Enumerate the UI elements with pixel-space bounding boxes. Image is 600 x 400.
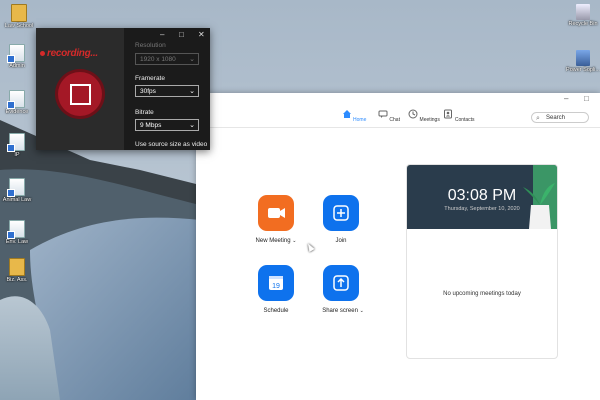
source-size-option[interactable]: Use source size as video [135,141,207,148]
bitrate-label: Bitrate [135,109,154,116]
folder-icon [9,258,25,276]
folder-icon [11,4,27,22]
video-camera-icon [268,208,285,218]
chevron-down-icon: ⌄ [189,56,195,63]
stop-recording-button[interactable] [58,72,102,116]
minimize-icon[interactable]: – [564,94,568,103]
recycle-bin-icon [576,4,590,20]
zoom-window: – □ Home Chat Meetings Contacts ⌕ Search [196,93,600,400]
minimize-icon[interactable]: – [160,30,164,39]
plus-icon [333,205,349,221]
document-icon [7,133,25,152]
tab-home[interactable]: Home [334,109,374,123]
upcoming-meetings-card: 03:08 PM Thursday, September 10, 2020 No… [406,164,558,359]
resolution-label: Resolution [135,42,166,49]
document-icon [7,178,25,197]
schedule-button[interactable]: 19 [258,265,294,301]
tab-meetings[interactable]: Meetings [404,109,444,123]
tab-contacts[interactable]: Contacts [439,109,479,123]
schedule-label: Schedule [263,308,289,314]
document-icon [7,44,25,63]
desktop-icon-env-law[interactable]: Env. Law [0,220,34,245]
document-icon [7,220,25,239]
new-meeting-label: New Meeting ⌄ [255,238,297,244]
desktop-icon-evidence[interactable]: Evidence [0,90,34,115]
home-icon [342,110,351,118]
svg-text:19: 19 [272,283,280,290]
contacts-icon [444,109,453,119]
stop-icon [70,84,91,105]
desktop-icon-biz-ass[interactable]: Biz. Ass. [0,258,34,283]
tab-chat[interactable]: Chat [369,109,409,123]
calendar-icon: 19 [269,276,283,290]
desktop-icon-ip[interactable]: IP [0,133,34,158]
document-icon [7,90,25,109]
new-meeting-button[interactable] [258,195,294,231]
join-label: Join [335,238,347,244]
search-icon: ⌕ [536,115,540,122]
no-meetings-text: No upcoming meetings today [443,291,521,297]
chevron-down-icon: ⌄ [359,308,364,314]
share-screen-label: Share screen ⌄ [322,308,364,314]
current-time: 03:08 PM [447,187,517,204]
chat-icon [378,110,388,118]
desktop-icon-power-app[interactable]: Power Sopli... [566,50,600,73]
framerate-select[interactable]: 30fps ⌄ [135,85,199,97]
search-input[interactable]: ⌕ Search [531,112,589,123]
recording-title: recording... [40,48,98,59]
recorder-preview-panel: recording... [36,28,124,150]
recorder-window: recording... – □ ✕ Resolution 1920 x 108… [36,28,210,150]
framerate-label: Framerate [135,75,165,82]
chevron-down-icon: ⌄ [189,88,195,95]
close-icon[interactable]: ✕ [198,30,205,39]
join-button[interactable] [323,195,359,231]
desktop-icon-animal-law[interactable]: Animal Law [0,178,34,203]
share-screen-icon [333,275,349,291]
resolution-select[interactable]: 1920 x 1080 ⌄ [135,53,199,65]
current-date: Thursday, September 10, 2020 [444,206,520,212]
desktop-icon-recycle-bin[interactable]: Recycle Bin [566,4,600,27]
desktop-icon-admin[interactable]: Admin [0,44,34,69]
share-screen-button[interactable] [323,265,359,301]
header-divider [196,127,600,128]
application-icon [576,50,590,66]
maximize-icon[interactable]: □ [584,94,589,103]
clock-icon [408,109,418,119]
maximize-icon[interactable]: □ [179,30,184,39]
desktop-icon-law-school[interactable]: Law School [2,4,36,29]
bitrate-select[interactable]: 9 Mbps ⌄ [135,119,199,131]
chevron-down-icon: ⌄ [292,238,297,244]
zoom-titlebar: – □ [196,93,600,107]
chevron-down-icon: ⌄ [189,122,195,129]
